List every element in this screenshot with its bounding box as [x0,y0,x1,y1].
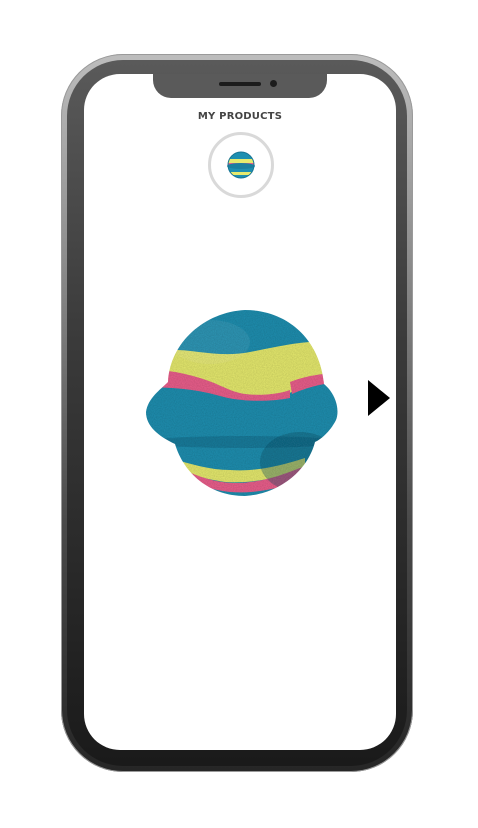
product-thumbnail-button[interactable] [208,132,274,198]
phone-screen: MY PRODUCTS [84,74,396,750]
phone-notch [153,74,327,98]
front-camera [270,80,277,87]
next-arrow-button[interactable] [368,380,392,416]
stage: MY PRODUCTS [0,0,478,828]
screen-title: MY PRODUCTS [197,111,283,122]
bath-bomb-image [146,310,338,496]
play-triangle-right-icon [368,380,390,416]
speaker-grille [219,82,261,86]
phone-frame: MY PRODUCTS [61,54,413,772]
bath-bomb-thumbnail [227,151,255,179]
